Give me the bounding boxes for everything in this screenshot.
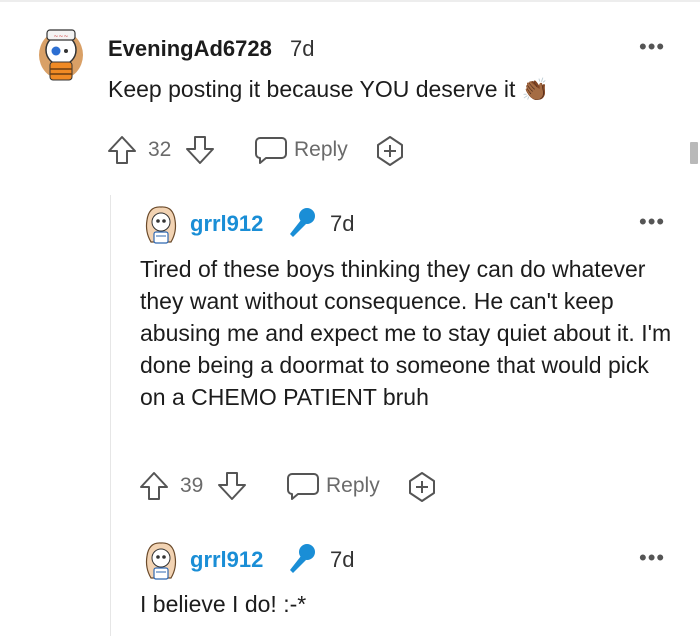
thread-line[interactable] — [110, 195, 111, 636]
comment-body: Tired of these boys thinking they can do… — [140, 256, 672, 410]
clapping-emoji: 👏🏾 — [521, 77, 550, 102]
chat-bubble-icon — [255, 137, 287, 164]
award-button[interactable] — [406, 471, 438, 503]
downvote-arrow-icon — [218, 472, 246, 500]
upvote-arrow-icon — [140, 472, 168, 500]
comment-actions: 32 Reply — [106, 132, 426, 168]
upvote-arrow-icon — [108, 136, 136, 164]
microphone-icon — [290, 544, 315, 573]
svg-text:~~~: ~~~ — [53, 33, 68, 40]
username[interactable]: grrl912 — [190, 211, 263, 237]
reply-label: Reply — [326, 474, 380, 497]
comment-actions: 39 Reply — [138, 468, 458, 504]
downvote-button[interactable] — [216, 470, 248, 502]
comment-body: Keep posting it because YOU deserve it 👏… — [108, 73, 549, 106]
more-options-icon[interactable]: ••• — [639, 36, 665, 58]
more-options-icon[interactable]: ••• — [639, 211, 665, 233]
upvote-button[interactable] — [138, 470, 170, 502]
vote-count: 32 — [148, 138, 172, 161]
downvote-button[interactable] — [184, 134, 216, 166]
chat-bubble-icon — [287, 473, 319, 500]
award-icon — [377, 136, 403, 166]
comment-age: 7d — [330, 547, 355, 572]
comment-age: 7d — [290, 36, 315, 61]
comment-body: I believe I do! :-* — [140, 591, 307, 617]
upvote-button[interactable] — [106, 134, 138, 166]
comment-age: 7d — [330, 211, 355, 236]
avatar[interactable] — [139, 202, 183, 246]
username[interactable]: grrl912 — [190, 547, 263, 573]
award-button[interactable] — [374, 135, 406, 167]
scrollbar-handle[interactable] — [690, 142, 698, 164]
reply-button[interactable]: Reply — [254, 135, 348, 165]
avatar[interactable] — [139, 538, 183, 582]
comment-body-text: Keep posting it because YOU deserve it — [108, 76, 516, 102]
top-divider — [0, 0, 700, 2]
reply-button[interactable]: Reply — [286, 471, 380, 501]
reply-label: Reply — [294, 138, 348, 161]
avatar[interactable]: ~~~ — [30, 22, 92, 84]
award-icon — [409, 472, 435, 502]
microphone-icon — [290, 208, 315, 237]
downvote-arrow-icon — [186, 136, 214, 164]
more-options-icon[interactable]: ••• — [639, 547, 665, 569]
username[interactable]: EveningAd6728 — [108, 36, 272, 62]
vote-count: 39 — [180, 474, 204, 497]
